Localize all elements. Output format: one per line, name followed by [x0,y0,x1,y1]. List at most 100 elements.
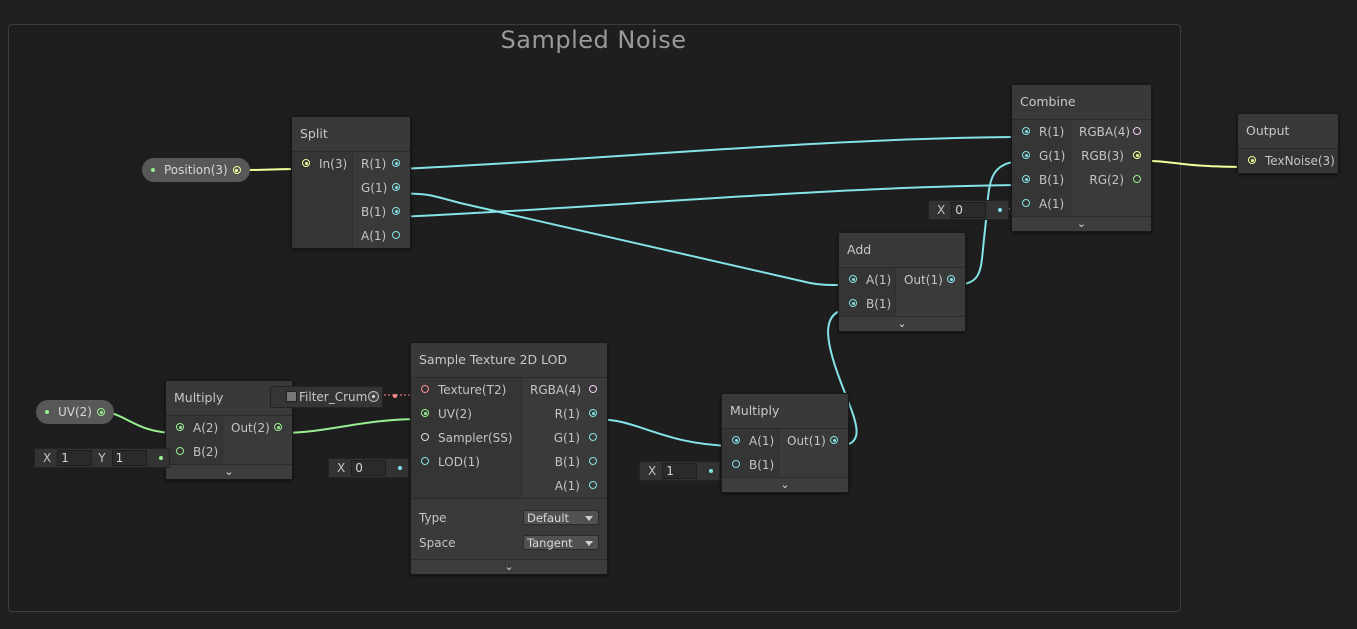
output-port-rgba[interactable]: RGBA(4) [1071,120,1151,144]
port-dot[interactable] [589,481,597,489]
node-title[interactable]: Multiply [722,394,848,429]
port-dot[interactable] [1022,175,1030,183]
port-dot[interactable] [849,275,857,283]
split-node[interactable]: Split In(3) R(1) G(1) B(1) A(1) [291,116,411,249]
port-dot[interactable] [176,423,184,431]
type-dropdown[interactable]: Default [523,510,599,525]
input-port-sampler[interactable]: Sampler(SS) [411,426,521,450]
input-port-r[interactable]: R(1) [1012,120,1070,144]
port-dot[interactable] [1133,175,1141,183]
node-title[interactable]: Split [292,117,410,152]
input-port-texture[interactable]: Texture(T2) [411,378,521,402]
expand-chevron-icon[interactable]: ⌄ [722,477,848,492]
x-value-input[interactable]: 0 [951,202,987,218]
port-dot[interactable] [589,457,597,465]
input-port-uv[interactable]: UV(2) [411,402,521,426]
input-port-lod[interactable]: LOD(1) [411,450,521,474]
port-dot[interactable] [1022,127,1030,135]
port-dot[interactable] [392,183,400,191]
port-dot[interactable] [274,423,282,431]
x-value-input[interactable]: 1 [662,463,698,479]
pill-port[interactable] [97,408,105,416]
input-port-texnoise[interactable]: TexNoise(3) [1238,149,1338,173]
input-port-b[interactable]: B(2) [166,440,222,464]
input-port-b[interactable]: B(1) [1012,168,1070,192]
port-dot[interactable] [302,159,310,167]
output-port-g[interactable]: G(1) [522,426,607,450]
node-title[interactable]: Combine [1012,85,1151,120]
port-dot[interactable] [421,433,429,441]
lod-default-field[interactable]: X 0 [328,458,410,478]
space-dropdown[interactable]: Tangent [523,535,599,550]
input-port-g[interactable]: G(1) [1012,144,1070,168]
port-dot[interactable] [947,275,955,283]
expand-chevron-icon[interactable]: ⌄ [839,316,965,331]
output-port-out[interactable]: Out(1) [896,268,965,292]
node-title[interactable]: Add [839,233,965,268]
port-dot[interactable] [849,299,857,307]
multiply-r-b-default-field[interactable]: X 1 [639,461,721,481]
input-port-in[interactable]: In(3) [292,152,352,176]
pill-label: Position(3) [164,163,228,177]
x-value-input[interactable]: 0 [351,460,387,476]
port-dot[interactable] [1133,151,1141,159]
output-port-b[interactable]: B(1) [522,450,607,474]
position-property-pill[interactable]: Position(3) [142,158,250,182]
field-connector-dot [709,469,714,473]
combine-node[interactable]: Combine R(1) G(1) B(1) A(1) RGBA(4) RGB(… [1011,84,1152,232]
port-dot[interactable] [1133,127,1141,135]
input-port-a[interactable]: A(1) [1012,192,1070,216]
output-port-rgba[interactable]: RGBA(4) [522,378,607,402]
output-port-b[interactable]: B(1) [353,200,410,224]
multiply-uv-b-default-field[interactable]: X 1 Y 1 [34,448,170,468]
output-node[interactable]: Output TexNoise(3) [1237,113,1339,174]
output-port-r[interactable]: R(1) [353,152,410,176]
port-dot[interactable] [1022,151,1030,159]
port-dot[interactable] [589,385,597,393]
port-dot[interactable] [421,409,429,417]
port-dot[interactable] [732,436,740,444]
port-dot[interactable] [1022,199,1030,207]
output-port-out[interactable]: Out(1) [779,429,848,453]
port-label: B(1) [361,205,387,219]
combine-a-default-field[interactable]: X 0 [928,200,1010,220]
uv-property-pill[interactable]: UV(2) [36,400,114,424]
output-port-a[interactable]: A(1) [353,224,410,248]
group-title[interactable]: Sampled Noise [0,26,1187,54]
output-port-out[interactable]: Out(2) [223,416,292,440]
node-title[interactable]: Sample Texture 2D LOD [411,343,607,378]
output-port-rg[interactable]: RG(2) [1071,168,1151,192]
input-port-b[interactable]: B(1) [839,292,895,316]
x-value-input[interactable]: 1 [57,450,93,466]
port-dot[interactable] [421,457,429,465]
input-port-a[interactable]: A(1) [839,268,895,292]
object-picker-icon[interactable] [368,391,379,402]
port-dot[interactable] [392,231,400,239]
input-port-b[interactable]: B(1) [722,453,778,477]
expand-chevron-icon[interactable]: ⌄ [1012,216,1151,231]
port-dot[interactable] [732,460,740,468]
output-port-r[interactable]: R(1) [522,402,607,426]
input-port-a[interactable]: A(1) [722,429,778,453]
node-title[interactable]: Output [1238,114,1338,149]
port-dot[interactable] [830,436,838,444]
output-port-a[interactable]: A(1) [522,474,607,498]
output-port-g[interactable]: G(1) [353,176,410,200]
add-node[interactable]: Add A(1) B(1) Out(1) ⌄ [838,232,966,332]
y-value-input[interactable]: 1 [111,450,147,466]
output-port-rgb[interactable]: RGB(3) [1071,144,1151,168]
multiply-r-node[interactable]: Multiply A(1) B(1) Out(1) ⌄ [721,393,849,493]
port-dot[interactable] [1248,156,1256,164]
expand-chevron-icon[interactable]: ⌄ [411,559,607,574]
port-dot[interactable] [589,409,597,417]
port-dot[interactable] [176,447,184,455]
port-dot[interactable] [392,159,400,167]
input-port-a[interactable]: A(2) [166,416,222,440]
texture-asset-field[interactable]: Filter_Crum [270,386,383,408]
port-dot[interactable] [589,433,597,441]
pill-port[interactable] [232,166,241,174]
port-dot[interactable] [421,385,429,393]
port-dot[interactable] [392,207,400,215]
expand-chevron-icon[interactable]: ⌄ [166,464,292,479]
sample-texture-2d-lod-node[interactable]: Sample Texture 2D LOD Texture(T2) UV(2) … [410,342,608,575]
